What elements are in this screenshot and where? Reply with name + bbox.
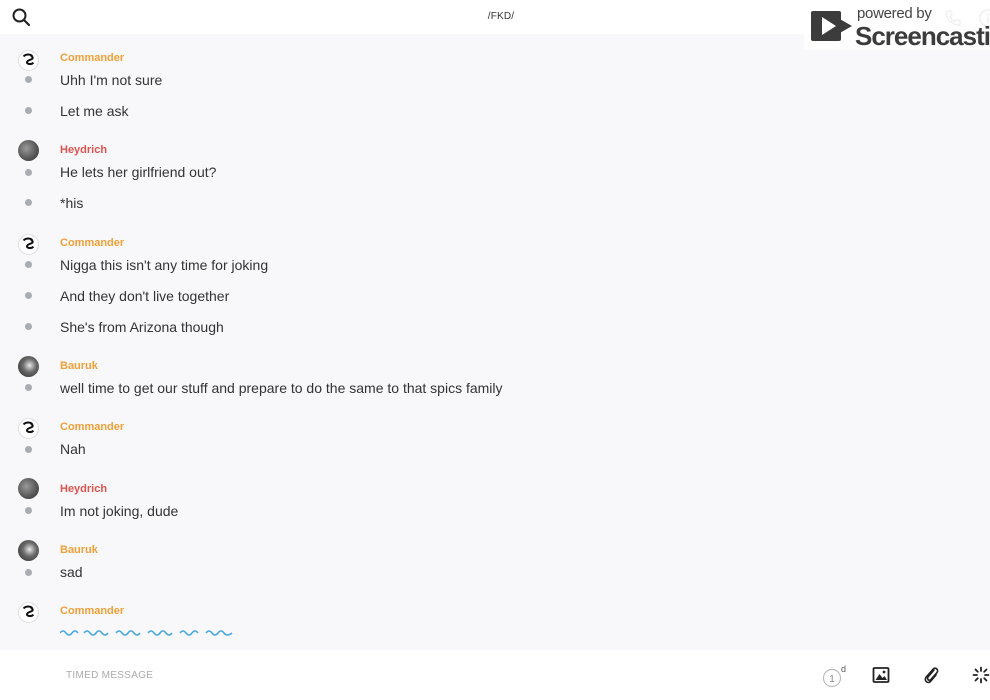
message-bullet	[25, 107, 32, 114]
message-bullet	[25, 292, 32, 299]
avatar-commander[interactable]	[18, 418, 39, 439]
timed-message-input[interactable]	[66, 666, 766, 684]
message-text: Nigga this isn't any time for joking	[60, 257, 269, 273]
message-text: *his	[60, 195, 84, 211]
message-bullet	[25, 169, 32, 176]
sender-name[interactable]: Heydrich	[60, 144, 107, 156]
message-bullet	[25, 507, 32, 514]
avatar-commander[interactable]	[18, 50, 39, 71]
sender-name[interactable]: Commander	[60, 52, 124, 64]
paperclip-icon[interactable]	[922, 665, 940, 685]
message-bullet	[25, 323, 32, 330]
avatar-commander[interactable]	[18, 234, 39, 255]
message-text: Let me ask	[60, 103, 129, 119]
sparkle-icon[interactable]	[972, 666, 990, 684]
avatar-heydrich[interactable]	[18, 478, 39, 499]
message-bullet	[25, 76, 32, 83]
message-text: Im not joking, dude	[60, 503, 179, 519]
sender-name[interactable]: Bauruk	[60, 360, 98, 372]
avatar-bauruk[interactable]	[18, 540, 39, 561]
avatar-heydrich[interactable]	[18, 140, 39, 161]
sender-name[interactable]: Bauruk	[60, 544, 98, 556]
image-icon[interactable]	[872, 666, 890, 684]
composer-bar: 1 d	[0, 650, 990, 700]
message-list: Commander Uhh I'm not sure Let me ask He…	[0, 34, 990, 650]
message-text: Uhh I'm not sure	[60, 72, 163, 88]
message-text: sad	[60, 564, 83, 580]
avatar-commander[interactable]	[18, 602, 39, 623]
sender-name[interactable]: Commander	[60, 421, 124, 433]
message-bullet	[25, 199, 32, 206]
message-bullet	[25, 569, 32, 576]
message-bullet	[25, 446, 32, 453]
timer-icon[interactable]: 1 d	[822, 664, 848, 688]
message-bullet	[25, 261, 32, 268]
message-text: She's from Arizona though	[60, 319, 224, 335]
message-text: well time to get our stuff and prepare t…	[60, 380, 503, 396]
message-text: He lets her girlfriend out?	[60, 164, 217, 180]
sender-name[interactable]: Commander	[60, 605, 124, 617]
message-text: And they don't live together	[60, 288, 230, 304]
message-bullet	[25, 384, 32, 391]
timer-value: 1	[829, 674, 835, 685]
watermark-powered-by: powered by	[857, 5, 932, 22]
sender-name[interactable]: Commander	[60, 237, 124, 249]
typing-indicator	[60, 630, 233, 636]
avatar-bauruk[interactable]	[18, 356, 39, 377]
timer-unit: d	[841, 664, 846, 674]
message-text: Nah	[60, 441, 86, 457]
sender-name[interactable]: Heydrich	[60, 483, 107, 495]
